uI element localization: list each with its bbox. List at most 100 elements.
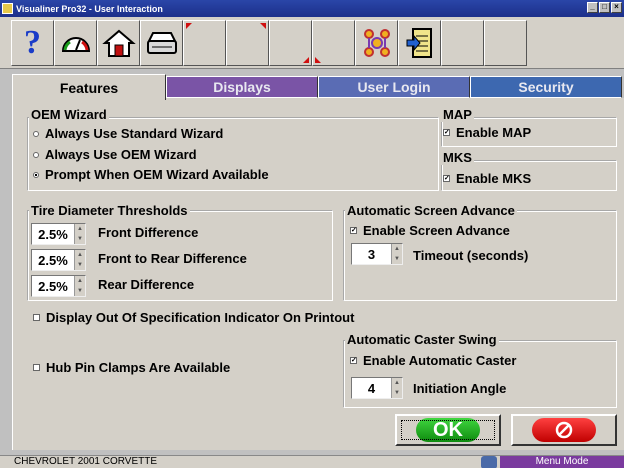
enable-screen-advance-label: Enable Screen Advance <box>363 223 510 238</box>
help-icon: ? <box>24 24 41 61</box>
spin-up-icon[interactable]: ▲ <box>392 378 402 388</box>
map-title: MAP <box>441 107 474 122</box>
vehicle-spec-button[interactable] <box>355 20 398 66</box>
enable-caster-option[interactable]: Enable Automatic Caster <box>350 353 516 368</box>
enable-mks-checkbox[interactable] <box>443 175 450 182</box>
spin-up-icon[interactable]: ▲ <box>75 276 85 286</box>
hub-pin-clamps-checkbox[interactable] <box>33 364 40 371</box>
spin-down-icon[interactable]: ▼ <box>75 234 85 244</box>
spinner-value[interactable]: 2.5% <box>32 224 74 244</box>
option-label: Always Use OEM Wizard <box>45 147 197 162</box>
tab-bar: Features Displays User Login Security <box>12 74 624 100</box>
toolbar-slot-4[interactable] <box>312 20 355 66</box>
notepad-button[interactable] <box>398 20 441 66</box>
enable-map-option[interactable]: Enable MAP <box>443 125 531 140</box>
front-rear-difference-label: Front to Rear Difference <box>98 251 247 266</box>
option-standard-wizard[interactable]: Always Use Standard Wizard <box>33 126 223 141</box>
radio-standard-wizard[interactable] <box>33 130 39 137</box>
maximize-button[interactable]: □ <box>599 2 610 13</box>
mks-title: MKS <box>441 150 474 165</box>
spinner-value[interactable]: 2.5% <box>32 250 74 270</box>
help-button[interactable]: ? <box>11 20 54 66</box>
window-title: Visualiner Pro32 - User Interaction <box>16 3 163 14</box>
toolbar-slot-3[interactable] <box>269 20 312 66</box>
toolbar-slot-1[interactable] <box>183 20 226 66</box>
enable-mks-label: Enable MKS <box>456 171 532 186</box>
option-label: Prompt When OEM Wizard Available <box>45 167 269 182</box>
spin-down-icon[interactable]: ▼ <box>392 254 402 264</box>
spin-up-icon[interactable]: ▲ <box>392 244 402 254</box>
spin-up-icon[interactable]: ▲ <box>75 250 85 260</box>
enable-caster-label: Enable Automatic Caster <box>363 353 517 368</box>
enable-caster-checkbox[interactable] <box>350 357 357 364</box>
ok-button[interactable]: OK <box>395 414 501 446</box>
title-bar: Visualiner Pro32 - User Interaction _ □ … <box>0 0 624 17</box>
radio-prompt-wizard[interactable] <box>33 171 39 178</box>
toolbar: ? <box>0 17 624 69</box>
close-button[interactable]: × <box>611 2 622 13</box>
notepad-icon <box>406 28 432 58</box>
spinner-arrows[interactable]: ▲ ▼ <box>74 224 85 244</box>
no-entry-icon <box>555 421 573 439</box>
toolbar-slot-6[interactable] <box>484 20 527 66</box>
front-difference-spinner[interactable]: 2.5% ▲ ▼ <box>31 223 86 245</box>
enable-map-label: Enable MAP <box>456 125 532 140</box>
app-icon <box>2 3 13 14</box>
features-panel: OEM Wizard Always Use Standard Wizard Al… <box>12 98 624 450</box>
toolbar-slot-2[interactable] <box>226 20 269 66</box>
option-label: Always Use Standard Wizard <box>45 126 224 141</box>
vehicle-status: CHEVROLET 2001 CORVETTE <box>14 456 158 467</box>
minimize-button[interactable]: _ <box>587 2 598 13</box>
tab-user-login[interactable]: User Login <box>318 76 470 98</box>
rear-difference-spinner[interactable]: 2.5% ▲ ▼ <box>31 275 86 297</box>
initiation-angle-spinner[interactable]: 4 ▲ ▼ <box>351 377 403 399</box>
cancel-button[interactable] <box>511 414 617 446</box>
out-of-spec-label: Display Out Of Specification Indicator O… <box>46 310 355 325</box>
out-of-spec-checkbox[interactable] <box>33 314 40 321</box>
cancel-pill <box>532 418 596 442</box>
gauge-icon <box>61 37 90 52</box>
enable-mks-option[interactable]: Enable MKS <box>443 171 531 186</box>
radio-oem-wizard[interactable] <box>33 151 39 158</box>
print-button[interactable] <box>140 20 183 66</box>
timeout-spinner[interactable]: 3 ▲ ▼ <box>351 243 403 265</box>
enable-map-checkbox[interactable] <box>443 129 450 136</box>
home-button[interactable] <box>97 20 140 66</box>
spin-down-icon[interactable]: ▼ <box>75 260 85 270</box>
home-icon <box>101 29 136 57</box>
vehicle-spec-icon <box>363 29 390 57</box>
spin-down-icon[interactable]: ▼ <box>392 388 402 398</box>
spinner-value[interactable]: 2.5% <box>32 276 74 296</box>
front-rear-difference-spinner[interactable]: 2.5% ▲ ▼ <box>31 249 86 271</box>
spin-down-icon[interactable]: ▼ <box>75 286 85 296</box>
spinner-arrows[interactable]: ▲ ▼ <box>74 276 85 296</box>
status-bar: CHEVROLET 2001 CORVETTE Menu Mode <box>0 455 624 468</box>
menu-mode-indicator: Menu Mode <box>500 456 624 468</box>
spinner-arrows[interactable]: ▲ ▼ <box>74 250 85 270</box>
screen-advance-title: Automatic Screen Advance <box>345 203 517 218</box>
oem-wizard-title: OEM Wizard <box>29 107 109 122</box>
caster-swing-title: Automatic Caster Swing <box>345 332 499 347</box>
tab-displays[interactable]: Displays <box>166 76 318 98</box>
spinner-arrows[interactable]: ▲ ▼ <box>391 244 402 264</box>
out-of-spec-option[interactable]: Display Out Of Specification Indicator O… <box>33 310 354 325</box>
gauge-button[interactable] <box>54 20 97 66</box>
enable-screen-advance-checkbox[interactable] <box>350 227 357 234</box>
user-icon <box>481 456 497 468</box>
toolbar-slot-5[interactable] <box>441 20 484 66</box>
spinner-value[interactable]: 3 <box>352 244 391 264</box>
option-prompt-wizard[interactable]: Prompt When OEM Wizard Available <box>33 167 269 182</box>
spin-up-icon[interactable]: ▲ <box>75 224 85 234</box>
printer-icon <box>146 32 177 54</box>
hub-pin-clamps-label: Hub Pin Clamps Are Available <box>46 360 231 375</box>
option-oem-wizard[interactable]: Always Use OEM Wizard <box>33 147 197 162</box>
enable-screen-advance-option[interactable]: Enable Screen Advance <box>350 223 510 238</box>
tab-features[interactable]: Features <box>12 74 166 100</box>
timeout-label: Timeout (seconds) <box>413 248 529 263</box>
spinner-arrows[interactable]: ▲ ▼ <box>391 378 402 398</box>
focus-indicator <box>401 420 495 440</box>
hub-pin-clamps-option[interactable]: Hub Pin Clamps Are Available <box>33 360 230 375</box>
spinner-value[interactable]: 4 <box>352 378 391 398</box>
tab-security[interactable]: Security <box>470 76 622 98</box>
front-difference-label: Front Difference <box>98 225 199 240</box>
